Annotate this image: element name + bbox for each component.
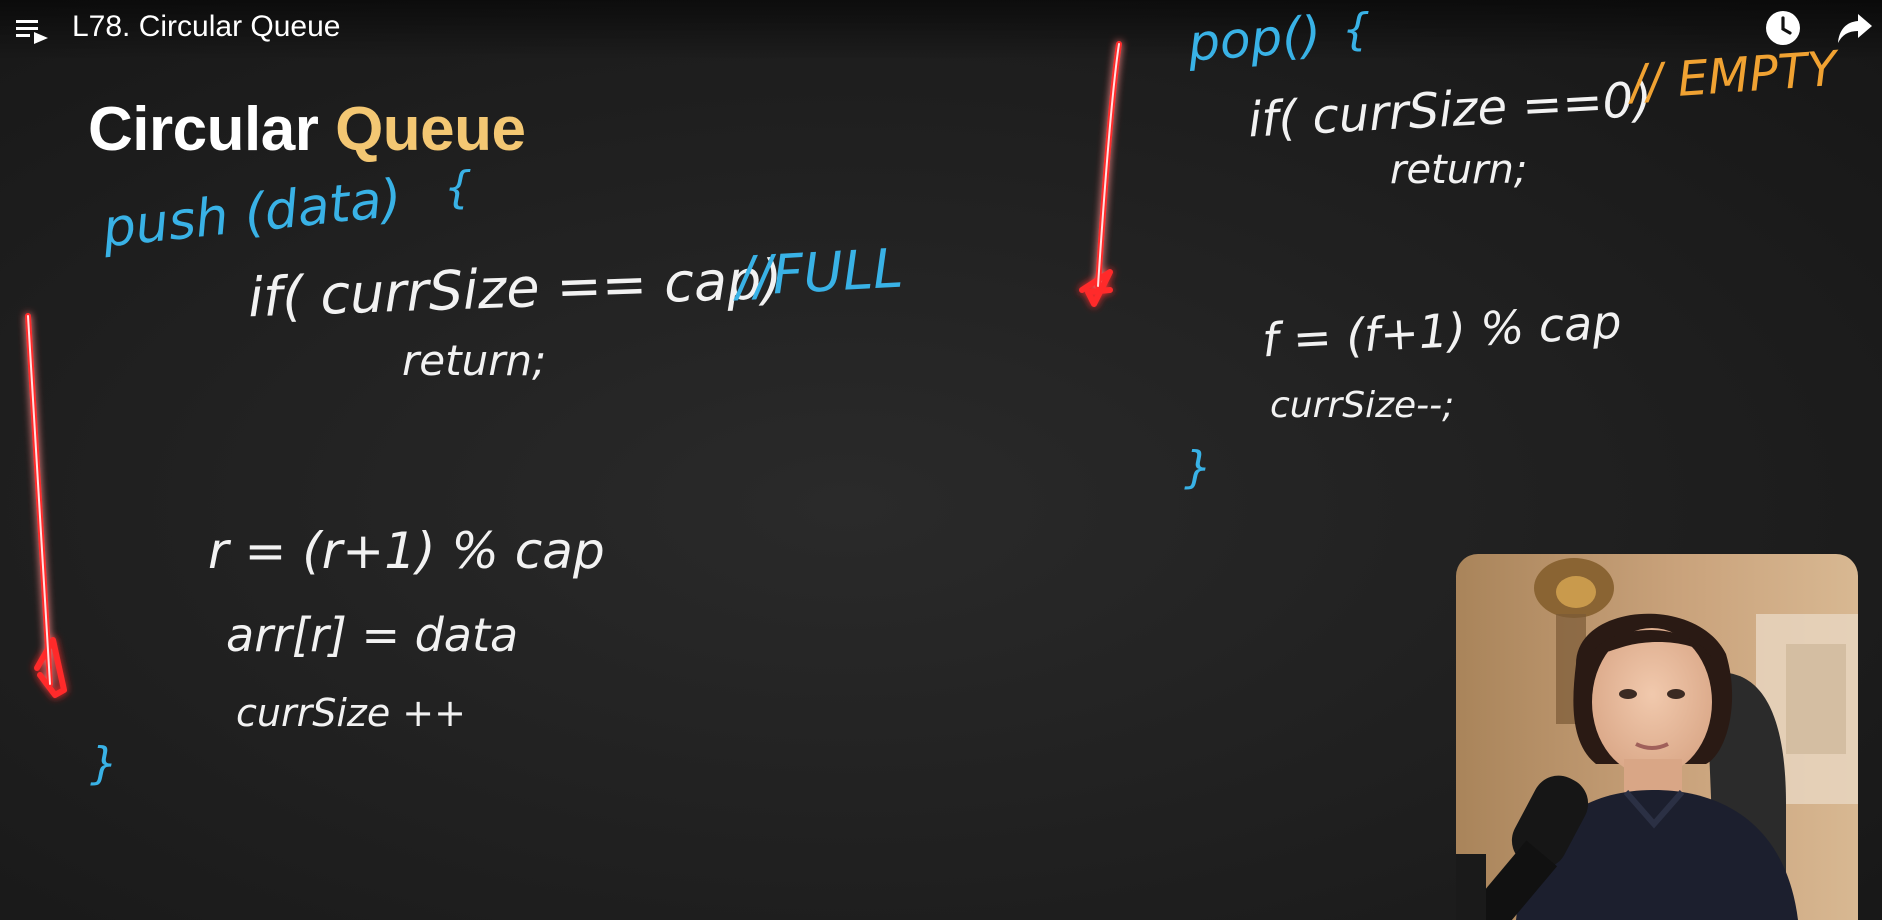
pop-signature: pop() <box>1186 5 1323 73</box>
video-title[interactable]: L78. Circular Queue <box>72 10 340 44</box>
pop-close-brace: } <box>1184 442 1212 493</box>
slide-heading: Circular Queue <box>88 94 526 166</box>
share-icon[interactable] <box>1834 8 1876 48</box>
push-open-brace: { <box>444 162 472 213</box>
push-close-brace: } <box>90 738 118 789</box>
push-full-comment: //FULL <box>734 236 905 309</box>
heading-word-circular: Circular <box>88 95 319 164</box>
push-return: return; <box>402 336 547 385</box>
pop-return: return; <box>1390 147 1528 193</box>
pop-open-brace: { <box>1342 4 1370 55</box>
pop-decrement: currSize--; <box>1270 385 1455 426</box>
push-assign: arr[r] = data <box>226 608 519 662</box>
pop-empty-comment: // EMPTY <box>1628 40 1839 112</box>
playlist-icon[interactable] <box>14 14 50 48</box>
video-top-bar: L78. Circular Queue <box>0 0 1882 60</box>
clock-icon[interactable] <box>1763 8 1803 48</box>
push-rear-update: r = (r+1) % cap <box>208 522 605 580</box>
presenter-webcam <box>1456 554 1858 920</box>
heading-word-queue: Queue <box>335 95 526 164</box>
push-increment: currSize ++ <box>236 691 466 735</box>
